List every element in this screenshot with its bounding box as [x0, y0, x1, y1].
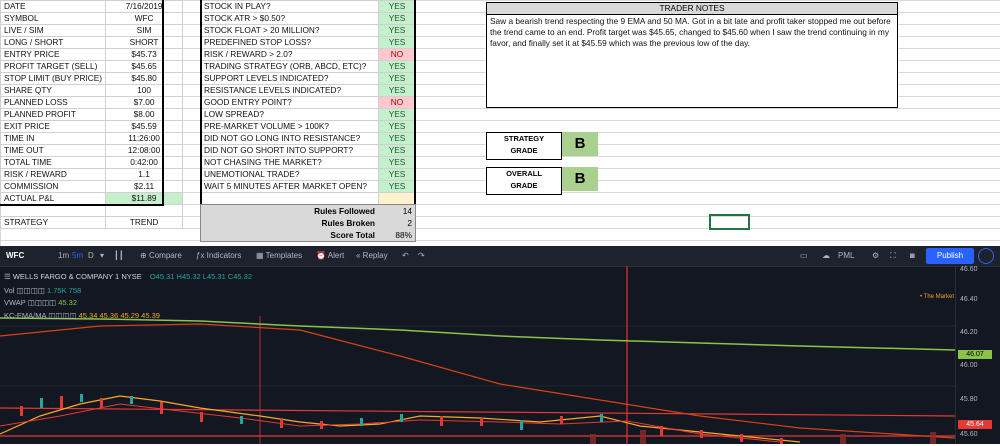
volume-bars — [590, 430, 936, 444]
price-tick: 46.60 — [960, 266, 978, 273]
layout-icon[interactable]: ▭ — [800, 246, 808, 266]
rules-followed-value: 14 — [402, 206, 412, 216]
redo-icon[interactable]: ↷ — [418, 246, 425, 266]
kc-label: KC-EMA/MA — [4, 311, 47, 320]
trade-field-value[interactable]: TREND — [105, 216, 184, 229]
chart-canvas — [0, 266, 956, 444]
score-summary: Rules Followed 14 Rules Broken 2 Score T… — [200, 204, 416, 242]
support-line — [0, 407, 956, 417]
rules-table-border — [200, 0, 416, 204]
chart-title-row: ☰ WELLS FARGO & COMPANY 1 NYSE O45.31 H4… — [4, 272, 252, 281]
trade-row: STRATEGY TREND — [0, 216, 184, 229]
vwap-controls-icon[interactable]: ◫◫◫◫ — [28, 298, 58, 307]
trade-field-label[interactable]: STRATEGY — [0, 216, 107, 229]
pml-label[interactable]: PML — [838, 246, 854, 266]
kc-controls-icon[interactable]: ◫◫◫◫ — [48, 311, 78, 320]
trade-field-label[interactable] — [0, 204, 107, 217]
price-tick: 45.80 — [960, 396, 978, 403]
price-tick: 46.20 — [960, 329, 978, 336]
indicators-button[interactable]: ƒx Indicators — [196, 246, 241, 266]
the-market-label: • The Market — [920, 294, 955, 300]
vol-legend: Vol ◫◫◫◫ 1.75K 758 — [4, 286, 81, 295]
trade-field-value[interactable] — [105, 204, 184, 217]
rules-broken-label: Rules Broken — [321, 218, 375, 228]
expand-icon[interactable]: ☰ — [4, 272, 13, 281]
play-icon[interactable] — [978, 248, 994, 264]
templates-button[interactable]: ▦ Templates — [256, 246, 302, 266]
templates-icon: ▦ — [256, 251, 266, 260]
interval-d[interactable]: D — [88, 246, 94, 266]
kc-legend: KC-EMA/MA ◫◫◫◫ 45.34 45.36 45.29 45.39 — [4, 311, 160, 320]
price-axis[interactable]: 46.60 46.40 46.20 46.07 46.00 45.80 45.6… — [955, 266, 1000, 444]
price-tick: 46.40 — [960, 296, 978, 303]
interval-1m[interactable]: 1m — [58, 246, 69, 266]
vol-label: Vol — [4, 286, 15, 295]
chart-title: WELLS FARGO & COMPANY 1 NYSE — [12, 272, 142, 281]
undo-icon[interactable]: ↶ — [402, 246, 409, 266]
trading-chart[interactable]: WFC 1m 5m D ▾ ┃┃ ⊕ Compare ƒx Indicators… — [0, 246, 1000, 444]
spreadsheet: DATE 7/16/2019 SYMBOL WFC LIVE / SIM SIM LONG … — [0, 0, 1000, 246]
indicators-label: Indicators — [206, 251, 242, 260]
price-tick: 46.00 — [960, 362, 978, 369]
alert-button[interactable]: ⏰ Alert — [316, 246, 344, 266]
trader-notes-header: TRADER NOTES — [487, 3, 897, 15]
score-total-value: 88% — [395, 230, 412, 240]
overall-grade-label-line1: OVERALL — [506, 169, 542, 178]
green-ma-line — [0, 317, 956, 351]
vol-values: 1.75K 758 — [46, 286, 82, 295]
alert-label: Alert — [327, 251, 345, 260]
replay-icon: « — [356, 251, 363, 260]
green-price-tag: 46.07 — [958, 350, 992, 359]
overall-grade-label: OVERALL GRADE — [486, 167, 562, 195]
trade-row — [0, 204, 184, 217]
strategy-grade-label: STRATEGY GRADE — [486, 132, 562, 160]
replay-label: Replay — [362, 251, 388, 260]
compare-label: Compare — [148, 251, 182, 260]
overall-grade-label-line2: GRADE — [510, 181, 538, 190]
chevron-down-icon[interactable]: ▾ — [100, 246, 104, 266]
cloud-icon[interactable]: ☁ — [822, 246, 830, 266]
trader-notes-text: Saw a bearish trend respecting the 9 EMA… — [490, 16, 891, 48]
chart-plot-area[interactable]: • The Market — [0, 266, 956, 444]
vwap-legend: VWAP ◫◫◫◫ 45.32 — [4, 298, 77, 307]
score-total-label: Score Total — [330, 230, 375, 240]
price-tick: 45.60 — [960, 431, 978, 438]
trader-notes-box[interactable]: TRADER NOTES Saw a bearish trend respect… — [486, 2, 898, 108]
gear-icon[interactable]: ⚙ — [872, 246, 879, 266]
camera-icon[interactable]: ◙ — [910, 246, 915, 266]
strategy-grade-value[interactable]: B — [562, 132, 598, 156]
red-ma-line — [0, 323, 956, 439]
vwap-value: 45.32 — [58, 298, 77, 307]
rules-broken-value: 2 — [407, 218, 412, 228]
vwap-label: VWAP — [4, 298, 26, 307]
ohlc-values: O45.31 H45.32 L45.31 C45.32 — [149, 272, 253, 281]
symbol-search[interactable]: WFC — [6, 246, 24, 266]
trade-table-border — [0, 0, 164, 206]
templates-label: Templates — [265, 251, 303, 260]
selected-cell[interactable] — [709, 214, 750, 230]
replay-button[interactable]: « Replay — [356, 246, 388, 266]
compare-button[interactable]: ⊕ Compare — [140, 246, 182, 266]
publish-button[interactable]: Publish — [926, 248, 974, 264]
strategy-grade-label-line2: GRADE — [510, 146, 538, 155]
vol-controls-icon[interactable]: ◫◫◫◫ — [17, 286, 47, 295]
alert-icon: ⏰ — [316, 251, 328, 260]
chart-toolbar: WFC 1m 5m D ▾ ┃┃ ⊕ Compare ƒx Indicators… — [0, 246, 1000, 267]
kc-values: 45.34 45.36 45.29 45.39 — [78, 311, 160, 320]
overall-grade-value[interactable]: B — [562, 167, 598, 191]
rules-followed-label: Rules Followed — [314, 206, 375, 216]
strategy-grade-label-line1: STRATEGY — [503, 134, 545, 143]
plus-circle-icon: ⊕ — [140, 251, 149, 260]
red-price-tag: 45.64 — [958, 420, 992, 429]
indicators-icon: ƒx — [196, 251, 207, 260]
interval-5m[interactable]: 5m — [72, 246, 83, 266]
candle-type-icon[interactable]: ┃┃ — [114, 246, 124, 266]
fullscreen-icon[interactable]: ⛶ — [890, 246, 896, 266]
